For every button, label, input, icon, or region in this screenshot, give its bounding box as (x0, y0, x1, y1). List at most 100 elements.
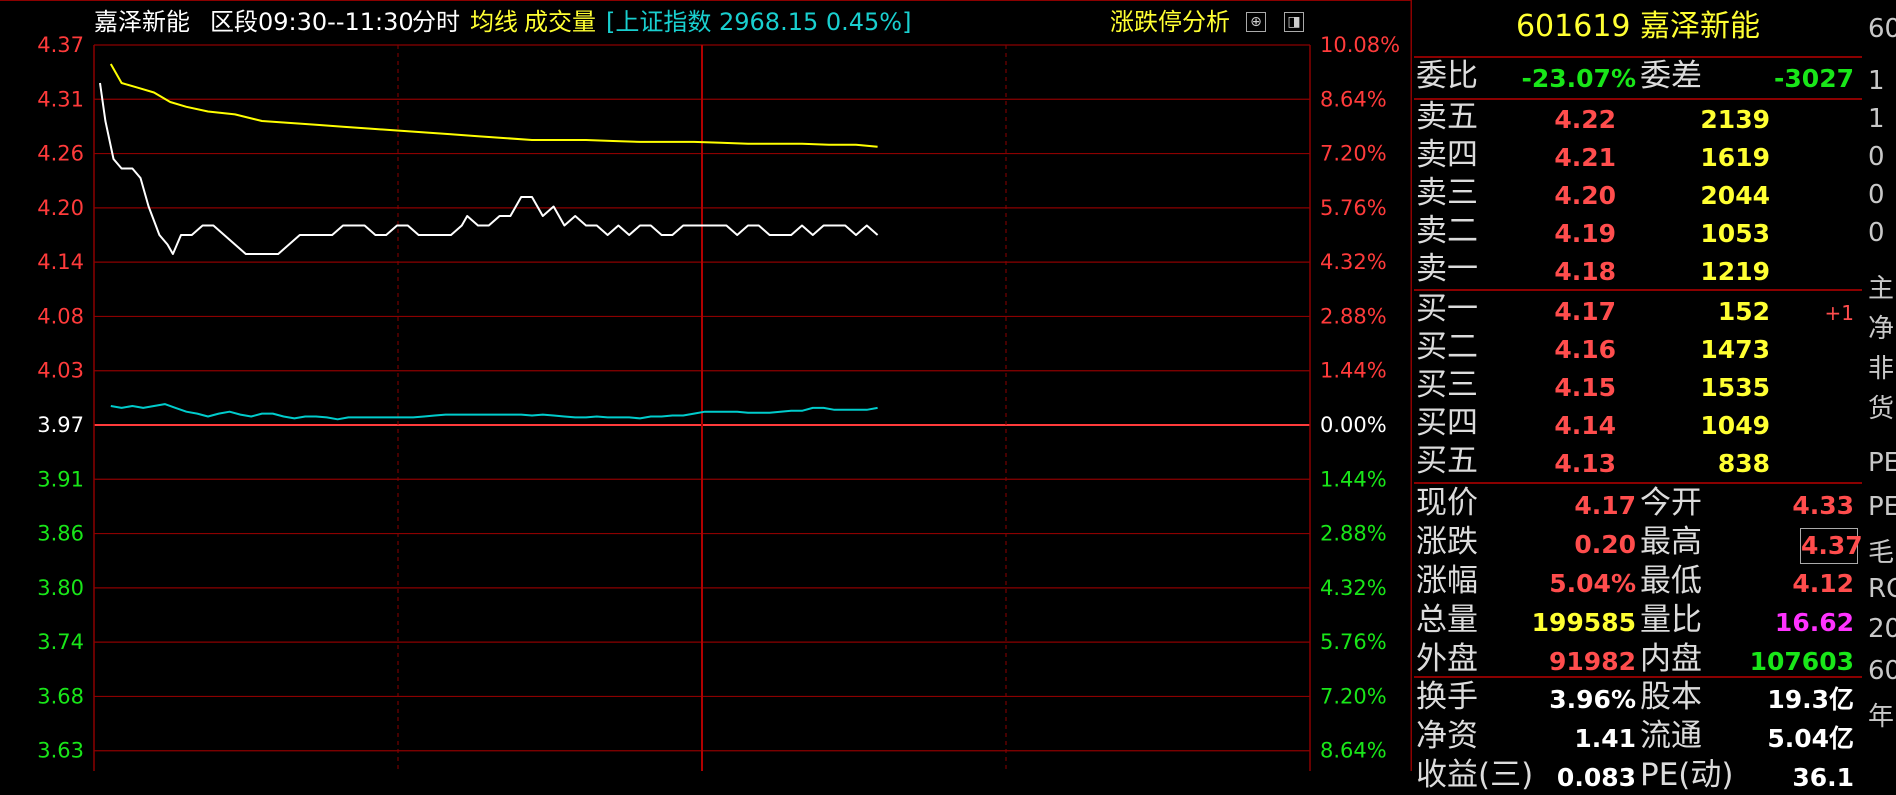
buy-price: 4.17 (1554, 297, 1616, 326)
stat-label: 换手 (1416, 679, 1478, 715)
sell-label: 卖三 (1416, 175, 1478, 211)
buy-volume: 1473 (1700, 335, 1770, 364)
side-info-text: 主 (1868, 274, 1895, 304)
side-info-text: 60 (1868, 656, 1896, 686)
stat-label: 股本 (1640, 679, 1702, 715)
buy-volume: 838 (1717, 449, 1770, 478)
stat-label: 总量 (1416, 602, 1478, 638)
stat-value: 4.17 (1574, 491, 1636, 520)
stat-value: 3.96% (1549, 685, 1636, 714)
stat-label: 最高 (1640, 524, 1702, 560)
percent-tick: 5.76% (1320, 630, 1387, 654)
stat-value: 107603 (1749, 647, 1854, 676)
buy-volume: 1049 (1700, 411, 1770, 440)
expand-up-icon[interactable]: ⊕ (1246, 12, 1266, 32)
stat-value: 5.04% (1549, 569, 1636, 598)
stat-label: 今开 (1640, 485, 1702, 521)
stat-value: 0.083 (1556, 763, 1636, 792)
price-tick: 3.80 (37, 576, 84, 600)
buy-label: 买四 (1416, 405, 1478, 441)
side-info-text: 0 (1868, 142, 1885, 172)
stat-value: 19.3亿 (1767, 685, 1854, 714)
side-info-text: 货 (1868, 394, 1895, 424)
stat-value: 91982 (1549, 647, 1636, 676)
chart-header: 嘉泽新能 区段09:30--11:30 分时 均线 成交量 [上证指数 2968… (0, 0, 1412, 40)
price-tick: 4.20 (37, 196, 84, 220)
percent-tick: 8.64% (1320, 739, 1387, 763)
stat-value: 4.12 (1792, 569, 1854, 598)
buy-price: 4.15 (1554, 373, 1616, 402)
side-info-text: PE (1868, 492, 1896, 522)
stat-value: 199585 (1531, 608, 1636, 637)
price-tick: 3.91 (37, 467, 84, 491)
quote-panel: 601619 嘉泽新能 委比 -23.07% 委差 -3027 卖五 4.22 21… (1414, 0, 1863, 792)
price-tick: 3.97 (37, 413, 84, 437)
percent-tick: 1.44% (1320, 359, 1387, 383)
tab-volume[interactable]: 成交量 (524, 8, 596, 36)
stat-label: 流通 (1640, 718, 1702, 754)
side-info-text: 0 (1868, 218, 1885, 248)
buy-price: 4.13 (1554, 449, 1616, 478)
limit-analysis-button[interactable]: 涨跌停分析 (1110, 8, 1230, 36)
side-info-text: 1 (1868, 104, 1885, 134)
side-info-text: 20 (1868, 614, 1896, 644)
percent-tick: 1.44% (1320, 467, 1387, 491)
buy-change: +1 (1824, 301, 1854, 325)
buy-label: 买一 (1416, 291, 1478, 327)
sell-price: 4.21 (1554, 143, 1616, 172)
time-range: 区段09:30--11:30 (210, 8, 414, 36)
side-info-text: RO (1868, 574, 1896, 604)
intraday-chart[interactable]: 4.374.314.264.204.144.084.033.973.913.86… (0, 0, 1412, 771)
side-info-text: 净 (1868, 314, 1895, 344)
weibi-label: 委比 (1416, 58, 1478, 94)
sell-price: 4.19 (1554, 219, 1616, 248)
stat-label: 外盘 (1416, 641, 1478, 677)
price-tick: 4.08 (37, 304, 84, 328)
stat-label: 涨幅 (1416, 563, 1478, 599)
sell-price: 4.18 (1554, 257, 1616, 286)
avg-price-line (109, 63, 878, 148)
percent-tick: 8.64% (1320, 87, 1387, 111)
price-tick: 4.26 (37, 142, 84, 166)
price-tick: 4.14 (37, 250, 84, 274)
price-tick: 3.86 (37, 522, 84, 546)
percent-tick: 4.32% (1320, 250, 1387, 274)
side-info-text: 毛 (1868, 538, 1895, 568)
percent-tick: 7.20% (1320, 142, 1387, 166)
sell-volume: 2139 (1700, 105, 1770, 134)
stat-value: 4.33 (1792, 491, 1854, 520)
stat-label: 净资 (1416, 718, 1478, 754)
panel-toggle-icon[interactable]: ◨ (1284, 12, 1304, 32)
sell-label: 卖一 (1416, 251, 1478, 287)
price-tick: 3.63 (37, 739, 84, 763)
side-info-text: PE (1868, 448, 1896, 478)
sell-price: 4.22 (1554, 105, 1616, 134)
price-tick: 3.68 (37, 684, 84, 708)
percent-tick: 4.32% (1320, 576, 1387, 600)
sell-volume: 2044 (1700, 181, 1770, 210)
stat-value: 5.04亿 (1767, 724, 1854, 753)
index-line (110, 403, 878, 421)
stat-label: 现价 (1416, 485, 1478, 521)
side-info-text: 1 (1868, 66, 1885, 96)
side-info-strip: 60 1 1 0 0 0 主净非货 PE PE 毛 RO 20 60 年 (1864, 0, 1896, 771)
stat-value: 16.62 (1774, 608, 1854, 637)
side-info-text: 非 (1868, 354, 1895, 384)
weicha-label: 委差 (1640, 58, 1702, 94)
sell-label: 卖五 (1416, 99, 1478, 135)
stat-label: 量比 (1640, 602, 1702, 638)
percent-tick: 5.76% (1320, 196, 1387, 220)
sell-label: 卖二 (1416, 213, 1478, 249)
buy-volume: 1535 (1700, 373, 1770, 402)
buy-label: 买三 (1416, 367, 1478, 403)
tab-timeshare[interactable]: 分时 (412, 8, 460, 36)
side-info-text: 60 (1868, 14, 1896, 44)
stat-value: 1.41 (1574, 724, 1636, 753)
stat-value: 4.37 (1800, 528, 1863, 564)
stat-label: PE(动) (1640, 757, 1734, 793)
tab-avg-line[interactable]: 均线 (470, 8, 518, 36)
panel-title: 601619 嘉泽新能 (1515, 9, 1761, 44)
index-info[interactable]: [上证指数 2968.15 0.45%] (606, 8, 911, 36)
buy-label: 买五 (1416, 443, 1478, 479)
side-info-text: 0 (1868, 180, 1885, 210)
